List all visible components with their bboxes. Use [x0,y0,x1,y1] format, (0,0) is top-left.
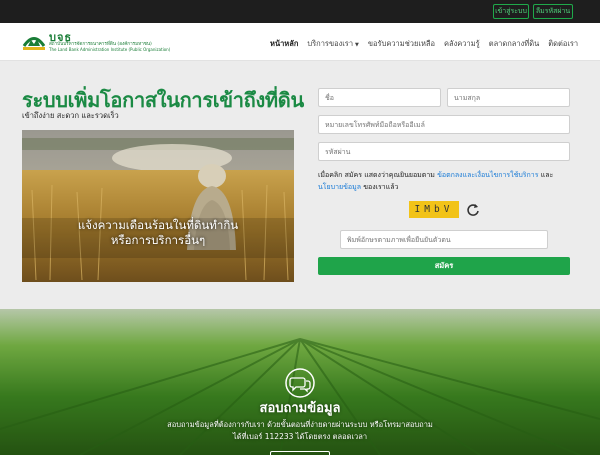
inquiry-title: สอบถามข้อมูล [259,401,341,416]
brand-english-name: The Land Bank Administration Institute (… [49,47,171,52]
forgot-password-button[interactable]: ลืมรหัสผ่าน [533,4,573,19]
page-subline: เข้าถึงง่าย สะดวก และรวดเร็ว [22,111,119,120]
nav-item-home[interactable]: หน้าหลัก [270,38,298,50]
nav-item-request-help[interactable]: ขอรับความช่วยเหลือ [368,38,435,50]
captcha-image: IMbV [409,201,459,218]
first-name-input[interactable] [318,88,441,107]
terms-link[interactable]: ข้อตกลงและเงื่อนไขการใช้บริการ [437,171,538,179]
farmer-field-photo [22,130,294,282]
nav-item-land-market[interactable]: ตลาดกลางที่ดิน [489,38,540,50]
phone-email-input[interactable] [318,115,570,134]
land-bank-logo-icon[interactable] [22,30,46,52]
register-button[interactable]: สมัคร [318,257,570,275]
login-button[interactable]: เข้าสู่ระบบ [493,4,529,19]
inquiry-description-line1: สอบถามข้อมูลที่ต้องการกับเรา ด้วยขั้นตอน… [167,420,433,429]
inquiry-button[interactable] [270,451,330,455]
caret-down-icon: ▼ [355,42,359,48]
inquiry-description: สอบถามข้อมูลที่ต้องการกับเรา ด้วยขั้นตอน… [150,419,450,443]
nav-item-knowledge[interactable]: คลังความรู้ [444,38,480,50]
nav-item-services-label: บริการของเรา [307,39,354,48]
nav-item-contact[interactable]: ติดต่อเรา [548,38,578,50]
consent-text: เมื่อคลิก สมัคร แสดงว่าคุณยินยอมตาม ข้อต… [318,170,573,193]
hero-image: แจ้งความเดือนร้อนในที่ดินทำกิน หรือการบร… [22,130,294,282]
password-input[interactable] [318,142,570,161]
consent-prefix: เมื่อคลิก สมัคร แสดงว่าคุณยินยอมตาม [318,171,438,179]
hero-caption: แจ้งความเดือนร้อนในที่ดินทำกิน หรือการบร… [22,218,294,248]
last-name-input[interactable] [447,88,570,107]
hero-caption-line2: หรือการบริการอื่นๆ [110,233,206,247]
main-navbar: บจธ สถาบันบริหารจัดการธนาคารที่ดิน (องค์… [0,23,600,61]
captcha-input[interactable] [340,230,548,249]
chat-bubbles-icon [285,368,315,398]
inquiry-description-line2: ได้ที่เบอร์ 112233 ได้โดยตรง ตลอดเวลา [232,432,368,441]
consent-suffix: ของเราแล้ว [361,182,399,191]
refresh-icon[interactable] [466,203,480,217]
privacy-policy-link[interactable]: นโยบายข้อมูล [318,183,361,191]
consent-and: และ [538,171,554,179]
nav-menu: หน้าหลัก บริการของเรา ▼ ขอรับความช่วยเหลื… [270,38,578,50]
hero-caption-line1: แจ้งความเดือนร้อนในที่ดินทำกิน [77,218,239,232]
top-bar: เข้าสู่ระบบ ลืมรหัสผ่าน [0,0,600,23]
nav-item-services[interactable]: บริการของเรา ▼ [307,38,359,50]
